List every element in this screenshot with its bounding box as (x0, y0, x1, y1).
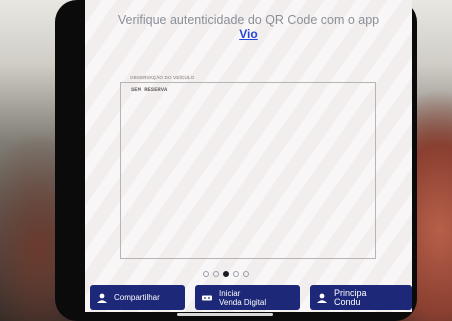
page-indicator (203, 271, 249, 277)
home-indicator-bar (177, 313, 273, 316)
app-screen: Verifique autenticidade do QR Code com o… (85, 0, 412, 312)
start-digital-sale-button[interactable]: Iniciar Venda Digital (195, 285, 300, 310)
vehicle-observation-field[interactable] (120, 82, 376, 259)
vehicle-observation-label: OBSERVAÇÃO DO VEÍCULO (128, 75, 197, 80)
page-dot[interactable] (243, 271, 249, 277)
user-icon (97, 293, 107, 303)
page-dot[interactable] (203, 271, 209, 277)
main-driver-label-line2: Condu (334, 296, 361, 307)
start-sale-label-line2: Venda Digital (219, 297, 267, 307)
qr-verify-message: Verifique autenticidade do QR Code com o… (85, 14, 412, 41)
share-button[interactable]: Compartilhar (90, 285, 185, 310)
user-icon (317, 293, 327, 303)
main-driver-button[interactable]: Principa Condu (310, 285, 412, 310)
vehicle-observation-value: SEM RESERVA (131, 86, 168, 93)
qr-verify-text: Verifique autenticidade do QR Code com o… (117, 13, 380, 27)
start-sale-label-line1: Iniciar (219, 288, 241, 298)
page-dot[interactable] (213, 271, 219, 277)
ticket-icon (202, 295, 212, 300)
page-dot-active[interactable] (223, 271, 229, 277)
start-digital-sale-label: Iniciar Venda Digital (219, 289, 266, 307)
share-button-label: Compartilhar (114, 293, 160, 302)
page-dot[interactable] (233, 271, 239, 277)
vio-app-link[interactable]: Vio (85, 28, 412, 41)
main-driver-label: Principa Condu (334, 288, 367, 307)
